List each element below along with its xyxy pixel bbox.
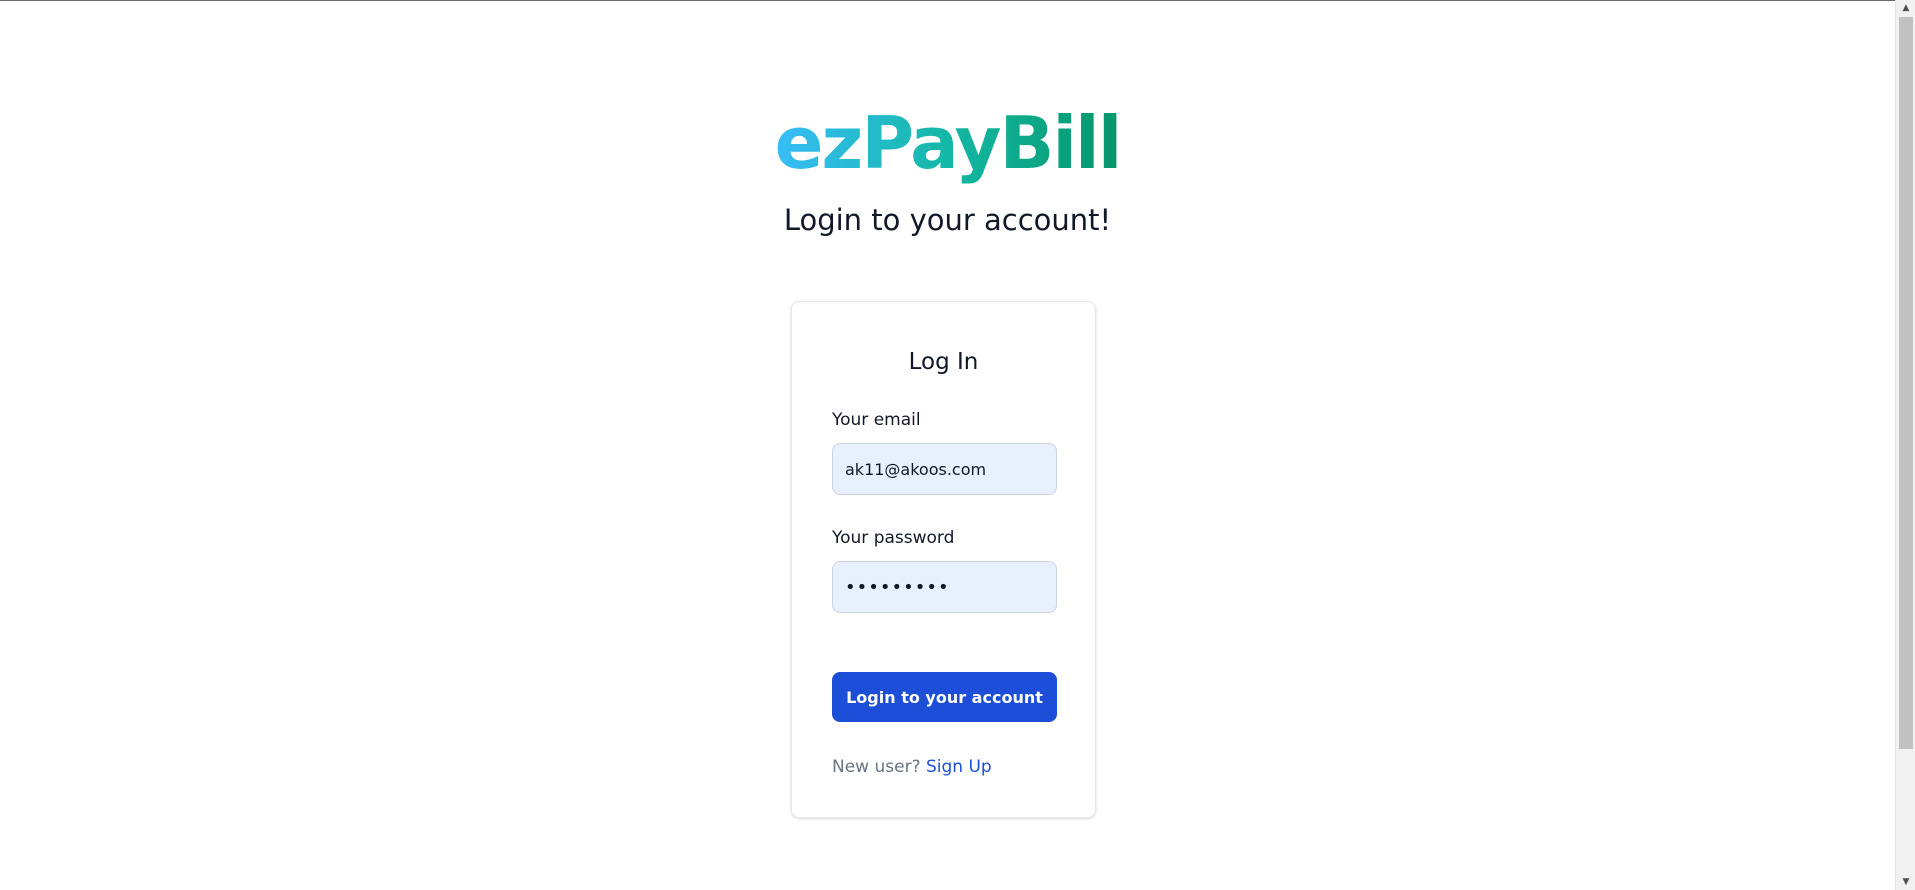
scroll-down-arrow-icon[interactable]: ▼ [1896,874,1915,890]
page-subtitle: Login to your account! [783,203,1112,237]
login-page: ezPayBill Login to your account! Log In … [0,0,1895,890]
card-title: Log In [908,349,979,375]
login-card: Log In Your email Your password Login to… [791,301,1096,818]
vertical-scrollbar[interactable]: ▲ ▼ [1895,0,1915,890]
password-label: Your password [832,528,955,548]
login-button[interactable]: Login to your account [832,672,1057,722]
brand-name: ezPayBill [774,101,1123,185]
brand-logo: ezPayBill [0,100,1895,190]
scroll-thumb[interactable] [1899,17,1913,749]
password-field[interactable] [832,561,1057,613]
signup-row: New user? Sign Up [832,755,992,779]
email-field[interactable] [832,443,1057,495]
signup-link[interactable]: Sign Up [926,757,992,777]
signup-prompt: New user? [832,757,921,777]
email-label: Your email [832,410,921,430]
scroll-up-arrow-icon[interactable]: ▲ [1896,0,1915,16]
